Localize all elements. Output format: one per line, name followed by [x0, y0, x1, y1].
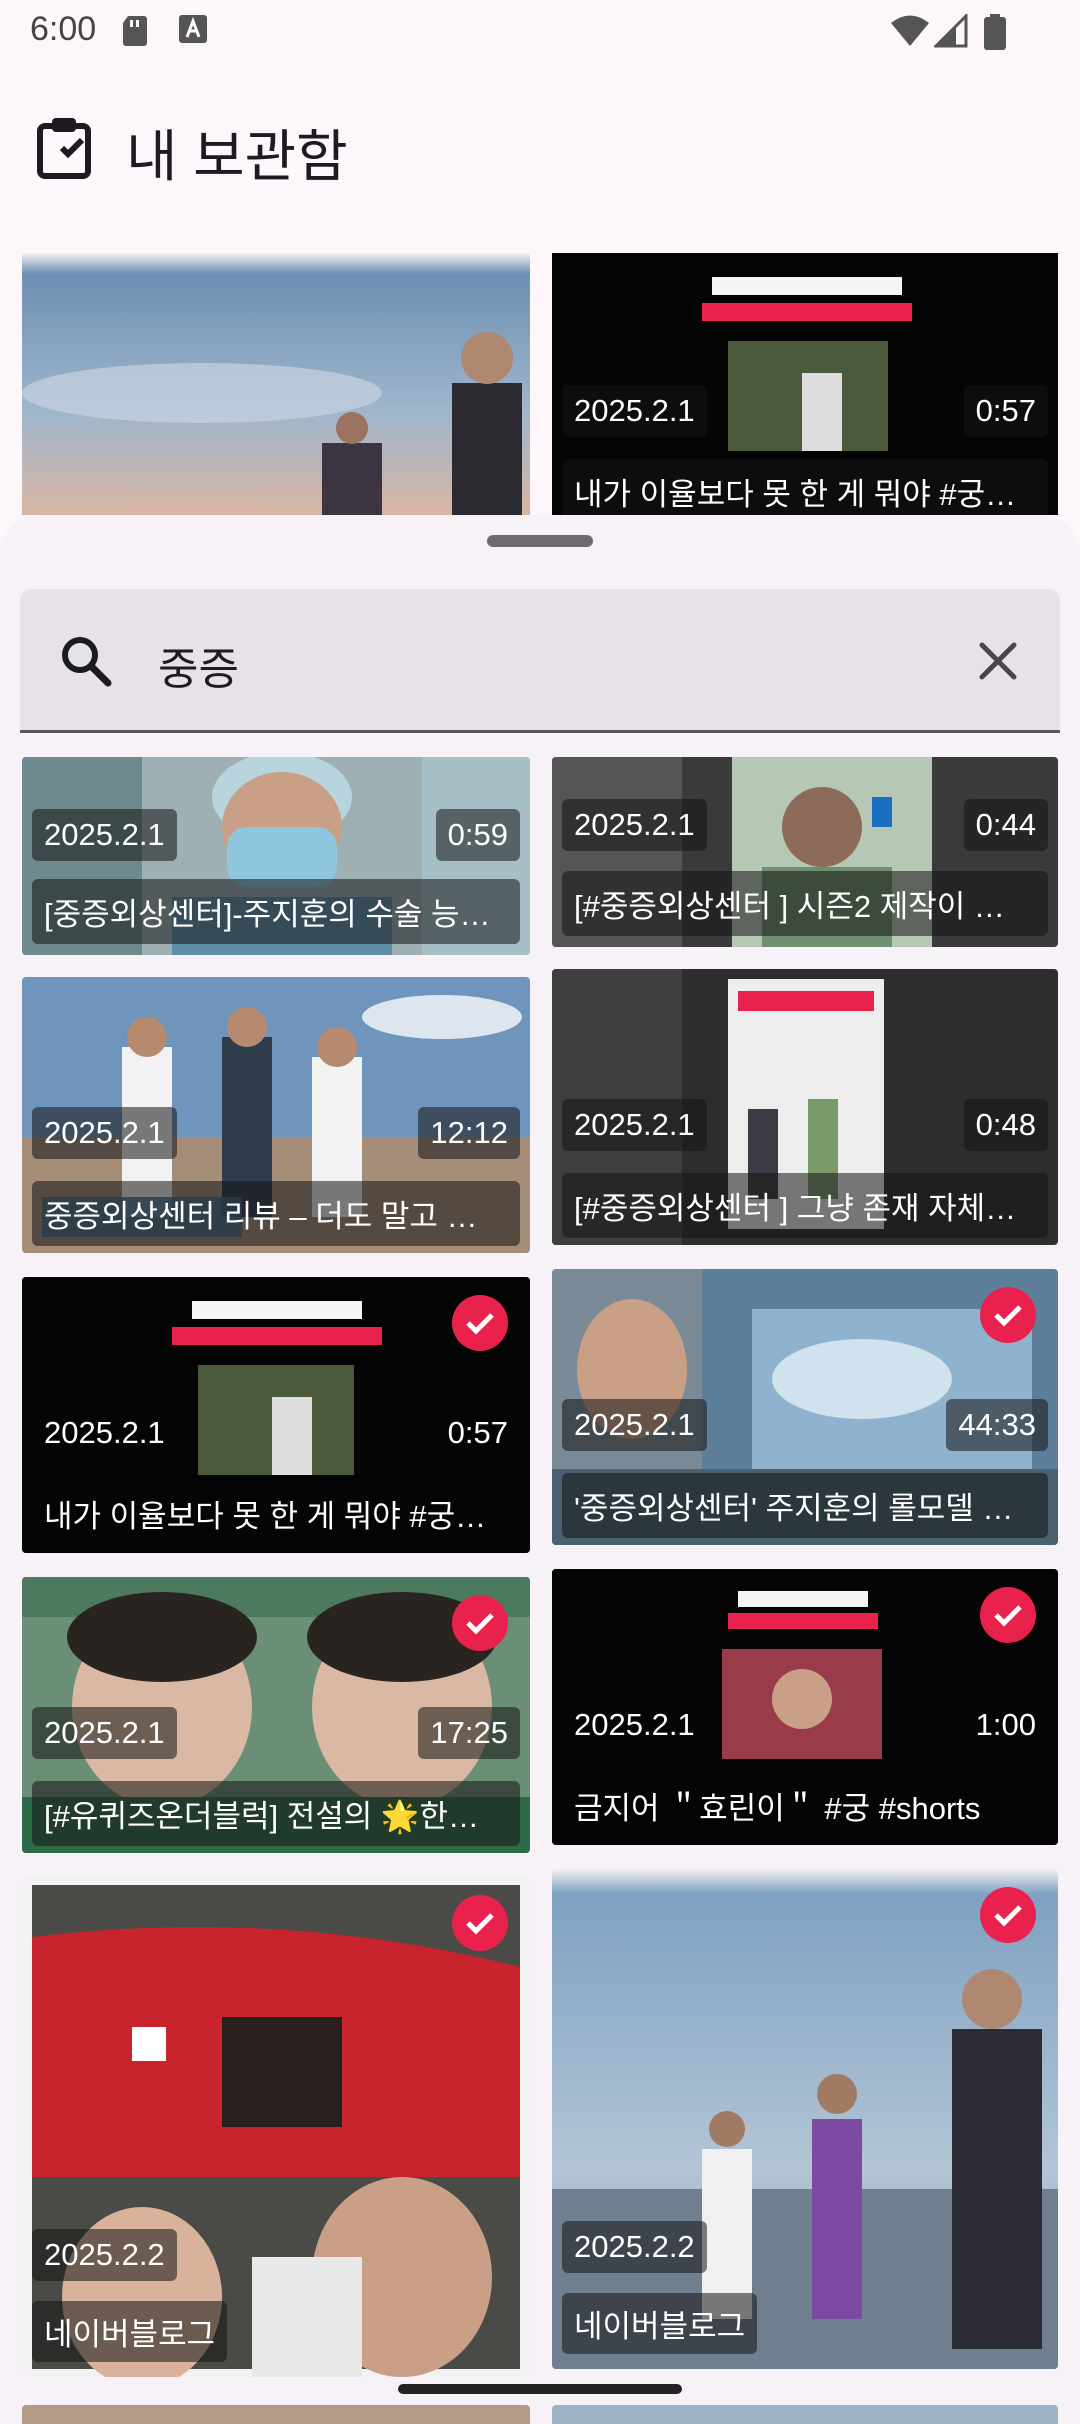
- search-input[interactable]: 중증: [158, 633, 239, 697]
- search-result-card[interactable]: [552, 2405, 1058, 2424]
- check-icon: [466, 1913, 494, 1935]
- video-title: 금지어 ＂효린이＂ #궁 #shorts: [574, 1791, 981, 1826]
- video-duration: 1:00: [975, 1707, 1036, 1742]
- cell-signal-icon: [934, 14, 968, 48]
- drag-handle[interactable]: [487, 535, 593, 547]
- video-date: 2025.2.1: [562, 799, 707, 851]
- video-date: 2025.2.1: [562, 1399, 707, 1451]
- library-card[interactable]: 2025.2.1 0:57 내가 이율보다 못 한 게 뭐야 #궁…: [552, 253, 1058, 515]
- battery-icon: [984, 14, 1006, 50]
- video-duration: 0:59: [435, 809, 520, 861]
- check-icon: [994, 1605, 1022, 1627]
- blog-source: 네이버블로그: [32, 2301, 228, 2362]
- check-icon: [994, 1905, 1022, 1927]
- video-date: 2025.2.1: [562, 385, 707, 437]
- search-result-card[interactable]: 2025.2.1 0:57 내가 이율보다 못 한 게 뭐야 #궁…: [22, 1277, 530, 1553]
- search-result-card[interactable]: 2025.2.1 0:48 [#중증외상센터 ] 그냥 존재 자체…: [552, 969, 1058, 1245]
- video-duration: 0:57: [447, 1415, 508, 1450]
- video-date: 2025.2.1: [562, 1099, 707, 1151]
- check-icon: [466, 1613, 494, 1635]
- close-icon[interactable]: [970, 633, 1026, 689]
- home-indicator[interactable]: [398, 2384, 682, 2394]
- video-date: 2025.2.1: [32, 1107, 177, 1159]
- clipboard-check-icon: [37, 118, 91, 179]
- video-duration: 44:33: [946, 1399, 1048, 1451]
- status-time: 6:00: [30, 10, 97, 48]
- page-title: 내 보관함: [126, 125, 348, 188]
- search-result-card[interactable]: 2025.2.1 0:44 [#중증외상센터 ] 시즌2 제작이 …: [552, 757, 1058, 947]
- video-duration: 0:44: [963, 799, 1048, 851]
- video-date: 2025.2.1: [32, 1707, 177, 1759]
- selected-checkmark[interactable]: [980, 1587, 1036, 1643]
- video-title: [#유퀴즈온더블럭] 전설의 🌟한…: [32, 1781, 520, 1846]
- library-card[interactable]: [22, 253, 530, 515]
- status-bar: 6:00: [0, 0, 1080, 64]
- check-icon: [994, 1305, 1022, 1327]
- video-date: 2025.2.1: [32, 809, 177, 861]
- selected-checkmark[interactable]: [980, 1287, 1036, 1343]
- search-result-card[interactable]: 2025.2.1 12:12 중증외상센터 리뷰 – 더도 말고 …: [22, 977, 530, 1253]
- search-result-card[interactable]: 2025.2.2 네이버블로그: [22, 1877, 530, 2377]
- video-duration: 0:48: [963, 1099, 1048, 1151]
- video-title: 내가 이율보다 못 한 게 뭐야 #궁…: [562, 459, 1048, 515]
- search-result-card[interactable]: [22, 2405, 530, 2424]
- search-bar[interactable]: 중증: [20, 589, 1060, 733]
- wifi-icon: [891, 15, 929, 46]
- keyboard-a-icon: [179, 15, 207, 43]
- search-result-card[interactable]: 2025.2.1 1:00 금지어 ＂효린이＂ #궁 #shorts: [552, 1569, 1058, 1845]
- video-title: 내가 이율보다 못 한 게 뭐야 #궁…: [44, 1499, 487, 1534]
- search-icon[interactable]: [56, 631, 116, 691]
- search-result-card[interactable]: 2025.2.1 0:59 [중증외상센터]-주지훈의 수술 능…: [22, 757, 530, 955]
- video-title: '중증외상센터' 주지훈의 롤모델 …: [562, 1473, 1048, 1538]
- blog-date: 2025.2.2: [562, 2221, 707, 2273]
- video-thumbnail: [22, 253, 530, 515]
- selected-checkmark[interactable]: [452, 1895, 508, 1951]
- video-duration: 17:25: [418, 1707, 520, 1759]
- sd-card-icon: [123, 16, 147, 46]
- check-icon: [466, 1313, 494, 1335]
- selected-checkmark[interactable]: [452, 1295, 508, 1351]
- video-date: 2025.2.1: [44, 1415, 165, 1450]
- selected-checkmark[interactable]: [980, 1887, 1036, 1943]
- blog-date: 2025.2.2: [32, 2229, 177, 2281]
- video-title: [#중증외상센터 ] 시즌2 제작이 …: [562, 871, 1048, 936]
- video-title: 중증외상센터 리뷰 – 더도 말고 …: [32, 1181, 520, 1246]
- video-duration: 0:57: [963, 385, 1048, 437]
- blog-source: 네이버블로그: [562, 2293, 758, 2354]
- search-result-card[interactable]: 2025.2.2 네이버블로그: [552, 1869, 1058, 2369]
- search-result-card[interactable]: 2025.2.1 44:33 '중증외상센터' 주지훈의 롤모델 …: [552, 1269, 1058, 1545]
- video-duration: 12:12: [418, 1107, 520, 1159]
- search-bottom-sheet: 중증 2025.2.1 0:59 [중증외상센터]-주지훈의 수술 능… 202: [0, 515, 1080, 2424]
- app-header: 내 보관함: [0, 100, 1080, 200]
- video-date: 2025.2.1: [574, 1707, 695, 1742]
- video-title: [#중증외상센터 ] 그냥 존재 자체…: [562, 1173, 1048, 1238]
- search-result-card[interactable]: 2025.2.1 17:25 [#유퀴즈온더블럭] 전설의 🌟한…: [22, 1577, 530, 1853]
- video-title: [중증외상센터]-주지훈의 수술 능…: [32, 879, 520, 944]
- selected-checkmark[interactable]: [452, 1595, 508, 1651]
